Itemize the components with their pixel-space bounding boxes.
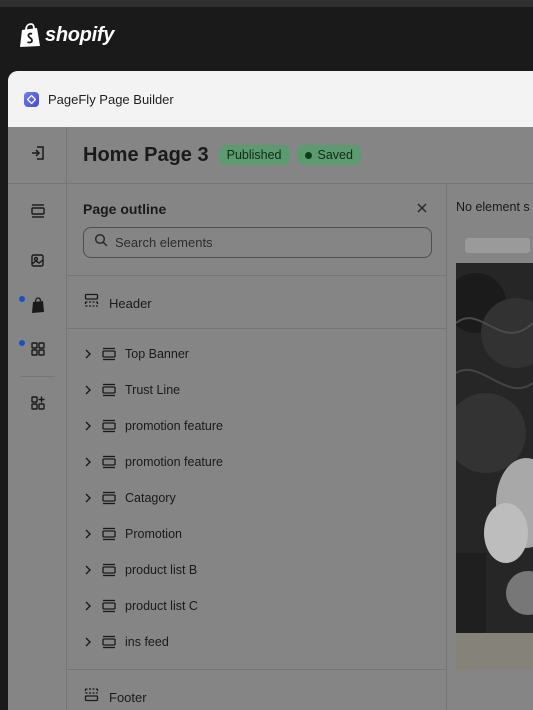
published-label: Published — [226, 148, 282, 162]
outline-section-row[interactable]: promotion feature — [81, 452, 223, 472]
rail-exit — [8, 127, 67, 184]
outline-section-row[interactable]: ins feed — [81, 632, 169, 652]
shopify-wordmark: shopify — [45, 24, 115, 46]
outline-section-row[interactable]: Trust Line — [81, 380, 180, 400]
outline-section-row[interactable]: product list C — [81, 596, 198, 616]
section-icon — [101, 526, 117, 542]
section-label: product list B — [125, 563, 198, 577]
chevron-right-icon[interactable] — [81, 383, 95, 397]
section-icon — [101, 490, 117, 506]
chevron-right-icon[interactable] — [81, 455, 95, 469]
section-label: promotion feature — [125, 419, 223, 433]
section-label: Top Banner — [125, 347, 189, 361]
section-icon — [101, 562, 117, 578]
section-label: Catagory — [125, 491, 176, 505]
divider — [67, 328, 447, 329]
section-icon — [101, 634, 117, 650]
close-icon[interactable] — [415, 201, 429, 215]
canvas-footer-band — [456, 633, 533, 670]
canvas-skeleton-bar — [465, 238, 530, 253]
chevron-right-icon[interactable] — [81, 635, 95, 649]
chevron-right-icon[interactable] — [81, 527, 95, 541]
dimmed-editor: Home Page 3 Published Saved Page outline — [8, 127, 533, 710]
section-label: promotion feature — [125, 455, 223, 469]
footer-section-icon — [84, 687, 99, 707]
section-label: ins feed — [125, 635, 169, 649]
browser-top-strip — [0, 0, 533, 7]
saved-dot-icon — [304, 151, 312, 159]
canvas-message: No element s — [456, 200, 530, 214]
shopify-admin-bar: shopify — [0, 7, 533, 62]
editor-header: Home Page 3 Published Saved — [67, 127, 533, 184]
section-icon — [101, 454, 117, 470]
outline-footer-row[interactable]: Footer — [84, 687, 147, 707]
shopify-logo[interactable]: shopify — [19, 23, 114, 48]
section-icon — [101, 418, 117, 434]
divider — [67, 669, 447, 670]
section-icon — [101, 598, 117, 614]
section-label: product list C — [125, 599, 198, 613]
footer-label: Footer — [109, 689, 147, 705]
outline-header-row[interactable]: Header — [84, 293, 152, 313]
header-section-icon — [84, 293, 99, 313]
canvas-preview[interactable]: No element s — [447, 184, 533, 710]
section-icon — [101, 382, 117, 398]
pagefly-logo-icon — [24, 91, 39, 107]
search-icon — [94, 233, 108, 252]
page-outline-panel: Page outline Search elements Header Top … — [67, 184, 447, 710]
add-app-icon[interactable] — [27, 392, 49, 414]
outline-title: Page outline — [83, 201, 167, 217]
page-title: Home Page 3 — [83, 143, 209, 166]
hero-image — [456, 263, 533, 633]
chevron-right-icon[interactable] — [81, 419, 95, 433]
app-name: PageFly Page Builder — [48, 91, 174, 107]
shopify-notification-dot — [19, 296, 25, 302]
chevron-right-icon[interactable] — [81, 347, 95, 361]
left-rail — [8, 127, 67, 710]
search-input[interactable] — [115, 235, 415, 250]
outline-section-row[interactable]: Top Banner — [81, 344, 189, 364]
saved-label: Saved — [317, 148, 353, 162]
app-window: PageFly Page Builder Home Page 3 Publish… — [8, 71, 533, 710]
outline-section-row[interactable]: Promotion — [81, 524, 182, 544]
section-label: Promotion — [125, 527, 182, 541]
shopify-bag-icon[interactable] — [27, 294, 49, 316]
section-icon — [101, 346, 117, 362]
outline-section-row[interactable]: product list B — [81, 560, 197, 580]
media-icon[interactable] — [27, 250, 49, 272]
outline-section-row[interactable]: Catagory — [81, 488, 176, 508]
apps-grid-icon[interactable] — [27, 338, 49, 360]
header-label: Header — [109, 295, 152, 311]
sections-icon[interactable] — [27, 200, 49, 222]
saved-badge: Saved — [296, 145, 361, 165]
rail-divider — [20, 376, 55, 377]
chevron-right-icon[interactable] — [81, 599, 95, 613]
search-box[interactable] — [83, 227, 432, 258]
divider — [67, 275, 447, 276]
chevron-right-icon[interactable] — [81, 491, 95, 505]
chevron-right-icon[interactable] — [81, 563, 95, 577]
shopify-bag-logo-icon — [20, 23, 40, 47]
published-badge: Published — [218, 145, 290, 165]
apps-notification-dot — [19, 340, 25, 346]
section-label: Trust Line — [125, 383, 181, 397]
exit-icon[interactable] — [29, 144, 47, 167]
outline-section-row[interactable]: promotion feature — [81, 416, 223, 436]
app-titlebar: PageFly Page Builder — [8, 71, 533, 127]
